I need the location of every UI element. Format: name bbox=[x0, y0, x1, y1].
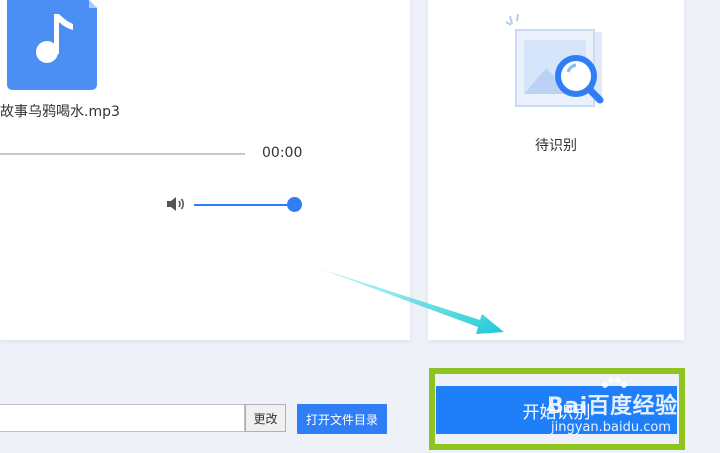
start-recognition-button[interactable]: 开始识别 bbox=[436, 386, 677, 434]
image-search-icon bbox=[505, 13, 604, 107]
volume-slider-handle[interactable] bbox=[287, 197, 302, 212]
open-directory-button[interactable]: 打开文件目录 bbox=[297, 404, 387, 434]
annotation-arrow bbox=[318, 268, 504, 334]
music-note-file-icon bbox=[7, 0, 97, 90]
audio-file-name: 故事乌鸦喝水.mp3 bbox=[0, 104, 120, 120]
output-path-input[interactable] bbox=[0, 404, 245, 432]
playback-time: 00:00 bbox=[262, 145, 303, 161]
playback-progress-bar[interactable] bbox=[0, 153, 245, 155]
recognition-status-label: 待识别 bbox=[535, 138, 577, 154]
change-path-button[interactable]: 更改 bbox=[245, 404, 286, 432]
speaker-icon[interactable] bbox=[166, 195, 186, 213]
volume-slider-track[interactable] bbox=[194, 204, 294, 206]
